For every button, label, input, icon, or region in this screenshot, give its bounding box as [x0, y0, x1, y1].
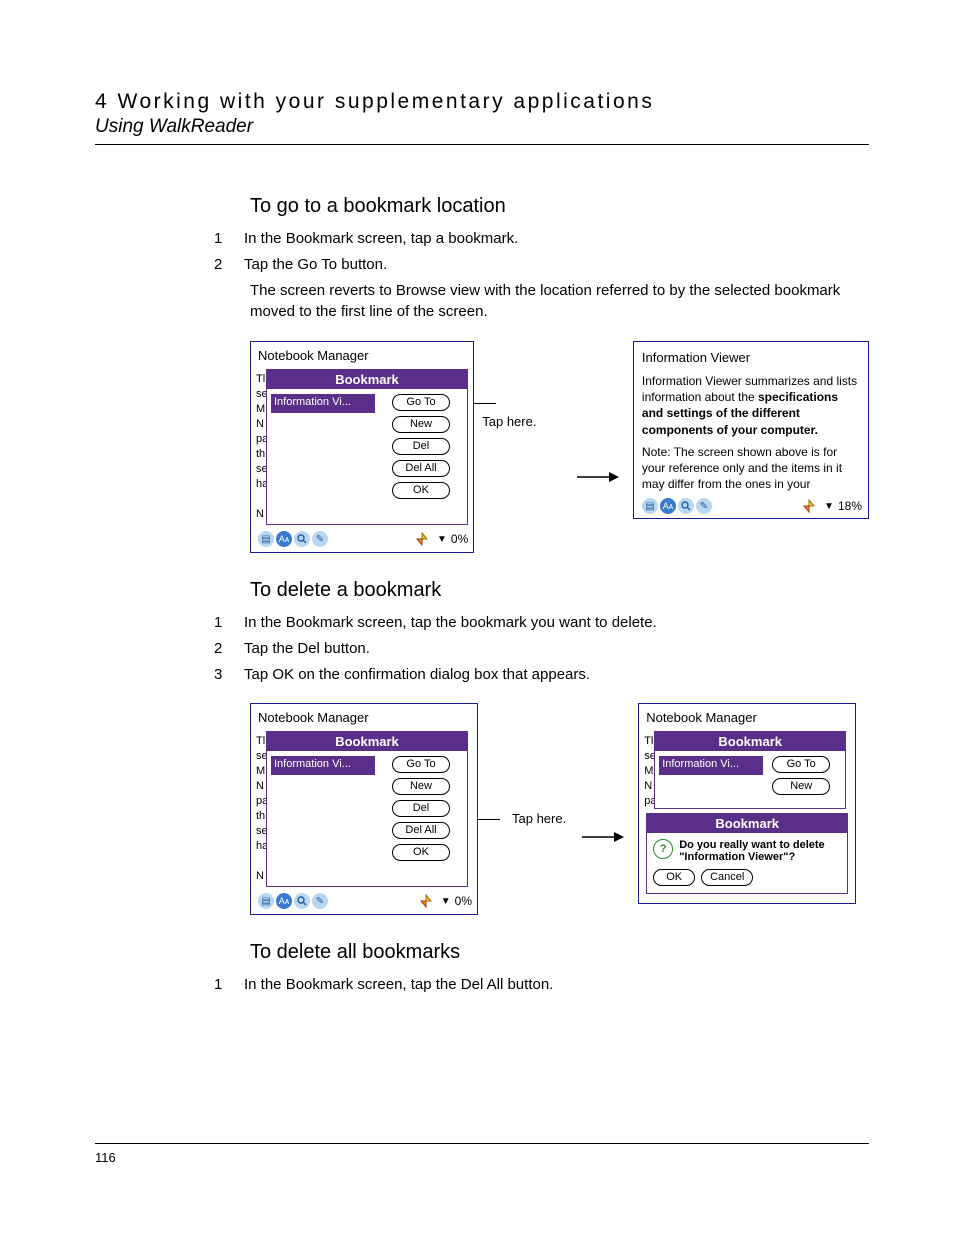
step-text: In the Bookmark screen, tap a bookmark.: [244, 228, 869, 250]
chapter-title: 4 Working with your supplementary applic…: [95, 90, 869, 114]
ok-button[interactable]: OK: [392, 844, 450, 861]
doc-icon[interactable]: ▤: [258, 893, 274, 909]
dropdown-icon[interactable]: ▼: [824, 501, 834, 512]
arrow-icon: [575, 410, 619, 484]
screenshot-bookmark-goto: Notebook Manager Tl se M N pa th se ha N…: [250, 341, 474, 553]
screenshot-bookmark-del: Notebook Manager Tl se M N pa th se ha N…: [250, 703, 478, 915]
search-icon[interactable]: [294, 893, 310, 909]
panel-title: Bookmark: [267, 370, 467, 389]
toolbar: ▤ Aᴀ ✎ ▼ 18%: [640, 498, 862, 514]
bookmark-icon[interactable]: ✎: [312, 893, 328, 909]
dropdown-icon[interactable]: ▼: [437, 534, 447, 545]
ok-button[interactable]: OK: [392, 482, 450, 499]
new-button[interactable]: New: [392, 778, 450, 795]
step-num: 3: [214, 664, 244, 686]
page-header: 4 Working with your supplementary applic…: [95, 90, 869, 145]
question-icon: ?: [653, 839, 673, 859]
step-note: The screen reverts to Browse view with t…: [250, 280, 869, 324]
step-text: Tap the Go To button.: [244, 254, 869, 276]
delall-button[interactable]: Del All: [392, 460, 450, 477]
bookmark-list[interactable]: Information Vi...: [271, 394, 375, 520]
heading-goto: To go to a bookmark location: [250, 195, 869, 218]
bookmark-panel: Bookmark Information Vi... Go To New: [654, 731, 846, 809]
step-num: 2: [214, 254, 244, 276]
section-title: Using WalkReader: [95, 116, 869, 138]
step-text: In the Bookmark screen, tap the bookmark…: [244, 612, 869, 634]
step-num: 2: [214, 638, 244, 660]
confirm-dialog: Bookmark ? Do you really want to delete …: [646, 813, 848, 894]
new-button[interactable]: New: [392, 416, 450, 433]
step-text: Tap OK on the confirmation dialog box th…: [244, 664, 869, 686]
page-footer: 116: [95, 1143, 869, 1165]
panel-title: Bookmark: [655, 732, 845, 751]
bookmark-item[interactable]: Information Vi...: [659, 756, 763, 775]
del-button[interactable]: Del: [392, 800, 450, 817]
bookmark-icon[interactable]: ✎: [312, 531, 328, 547]
del-button[interactable]: Del: [392, 438, 450, 455]
search-icon[interactable]: [294, 531, 310, 547]
font-icon[interactable]: Aᴀ: [276, 531, 292, 547]
confirm-msg: Do you really want to delete "Informatio…: [679, 839, 841, 863]
goto-button[interactable]: Go To: [392, 394, 450, 411]
bookmark-icon[interactable]: ✎: [696, 498, 712, 514]
progress-pct: 0%: [455, 894, 472, 908]
figure-row-goto: Notebook Manager Tl se M N pa th se ha N…: [250, 341, 869, 553]
goto-button[interactable]: Go To: [392, 756, 450, 773]
bookmark-panel: Bookmark Information Vi... Go To New Del…: [266, 731, 468, 887]
step-num: 1: [214, 974, 244, 996]
confirm-ok-button[interactable]: OK: [653, 869, 695, 886]
search-icon[interactable]: [678, 498, 694, 514]
bookmark-item[interactable]: Information Vi...: [271, 756, 375, 775]
heading-delall: To delete all bookmarks: [250, 941, 869, 964]
figure-row-delete: Notebook Manager Tl se M N pa th se ha N…: [250, 703, 869, 915]
bookmark-item[interactable]: Information Vi...: [271, 394, 375, 413]
progress-pct: 0%: [451, 532, 468, 546]
doc-icon[interactable]: ▤: [642, 498, 658, 514]
arrow-icon: [580, 774, 624, 844]
app-title: Notebook Manager: [258, 348, 468, 363]
nav-icon[interactable]: [415, 532, 429, 546]
confirm-title: Bookmark: [647, 814, 847, 833]
delall-button[interactable]: Del All: [392, 822, 450, 839]
font-icon[interactable]: Aᴀ: [276, 893, 292, 909]
heading-delete: To delete a bookmark: [250, 579, 869, 602]
nav-icon[interactable]: [419, 894, 433, 908]
info-title: Information Viewer: [642, 350, 862, 365]
step-num: 1: [214, 612, 244, 634]
screenshot-info-viewer: Information Viewer Information Viewer su…: [633, 341, 869, 519]
bookmark-panel: Bookmark Information Vi... Go To New Del…: [266, 369, 468, 525]
annot-goto: Tap here.: [474, 395, 561, 431]
page-number: 116: [95, 1150, 116, 1165]
panel-title: Bookmark: [267, 732, 467, 751]
new-button[interactable]: New: [772, 778, 830, 795]
app-title: Notebook Manager: [646, 710, 850, 725]
confirm-cancel-button[interactable]: Cancel: [701, 869, 753, 886]
info-note: Note: The screen shown above is for your…: [642, 444, 860, 493]
nav-icon[interactable]: [802, 499, 816, 513]
step-text: In the Bookmark screen, tap the Del All …: [244, 974, 869, 996]
app-title: Notebook Manager: [258, 710, 472, 725]
screenshot-confirm: Notebook Manager Tl se M N pa Bookmark I…: [638, 703, 856, 904]
goto-button[interactable]: Go To: [772, 756, 830, 773]
progress-pct: 18%: [838, 499, 862, 513]
dropdown-icon[interactable]: ▼: [441, 896, 451, 907]
font-icon[interactable]: Aᴀ: [660, 498, 676, 514]
bookmark-list[interactable]: Information Vi...: [271, 756, 375, 882]
annot-del: Tap here.: [478, 810, 566, 828]
toolbar: ▤ Aᴀ ✎ ▼ 0%: [256, 531, 468, 547]
toolbar: ▤ Aᴀ ✎ ▼ 0%: [256, 893, 472, 909]
doc-icon[interactable]: ▤: [258, 531, 274, 547]
bookmark-list[interactable]: Information Vi...: [659, 756, 757, 804]
step-text: Tap the Del button.: [244, 638, 869, 660]
info-body: Information Viewer summarizes and lists …: [642, 373, 860, 438]
step-num: 1: [214, 228, 244, 250]
